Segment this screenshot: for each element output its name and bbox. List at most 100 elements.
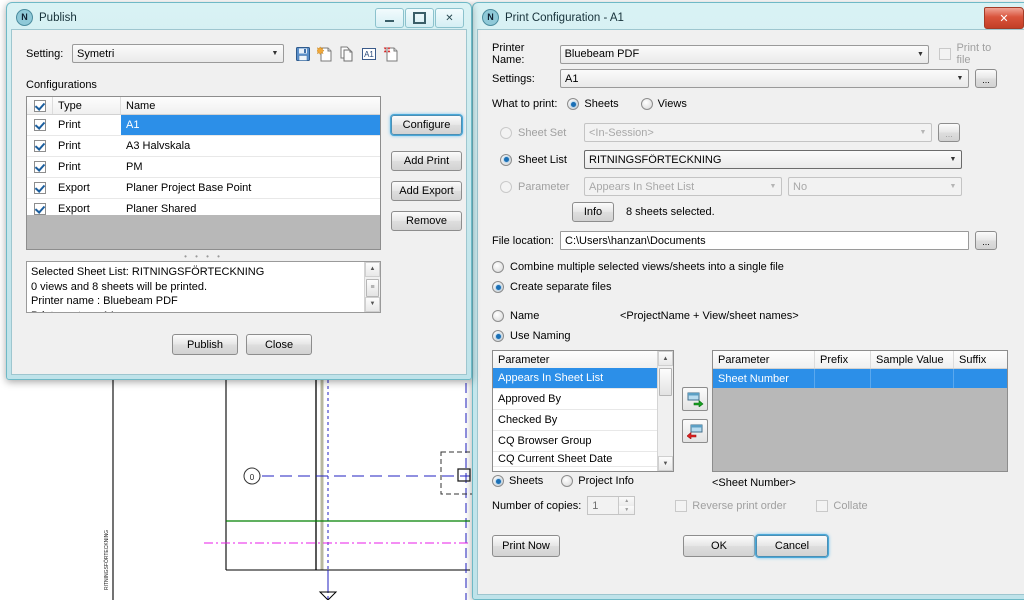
- copies-stepper[interactable]: 1 ▲ ▼: [587, 496, 636, 515]
- list-item[interactable]: CQ Browser Group: [493, 431, 658, 452]
- selected-parameters-header: Parameter Prefix Sample Value Suffix: [713, 351, 1007, 369]
- settings-browse-button[interactable]: ...: [975, 69, 997, 88]
- parameter-radio[interactable]: [500, 180, 512, 193]
- table-row[interactable]: Print PM: [27, 157, 380, 178]
- sheets-radio[interactable]: [567, 98, 580, 110]
- add-export-button[interactable]: Add Export: [391, 181, 462, 201]
- summary-scrollbar[interactable]: ▲ ≡ ▼: [364, 262, 380, 312]
- collate-checkbox[interactable]: [816, 499, 829, 512]
- sheet-set-combo[interactable]: <In-Session> ▼: [584, 123, 932, 142]
- select-all-checkbox[interactable]: [33, 99, 46, 112]
- parameter-name: CQ Current Sheet Date: [498, 453, 613, 465]
- cell-type: Print: [58, 161, 81, 173]
- splitter-grip[interactable]: • • • •: [26, 252, 381, 261]
- settings-value: A1: [565, 72, 579, 85]
- cancel-button[interactable]: Cancel: [756, 535, 828, 557]
- scope-project-info-label: Project Info: [578, 475, 634, 487]
- name-radio[interactable]: [492, 310, 504, 322]
- parameter-label: Parameter: [518, 180, 570, 193]
- remove-button[interactable]: Remove: [391, 211, 462, 231]
- print-config-titlebar[interactable]: N Print Configuration - A1 ✕: [476, 6, 1024, 29]
- configurations-table[interactable]: Type Name Print A1 Print A3 Halvskala Pr…: [26, 96, 381, 250]
- rename-setting-icon[interactable]: A1: [361, 46, 377, 62]
- minimize-icon[interactable]: [375, 8, 404, 28]
- scroll-up-icon[interactable]: ▲: [365, 262, 380, 277]
- maximize-icon[interactable]: [405, 8, 434, 28]
- close-button[interactable]: Close: [246, 334, 312, 355]
- row-checkbox-cell[interactable]: [27, 157, 53, 177]
- sheet-set-radio[interactable]: [500, 126, 512, 139]
- publish-summary-box[interactable]: Selected Sheet List: RITNINGSFÖRTECKNING…: [26, 261, 381, 313]
- row-checkbox[interactable]: [34, 203, 46, 215]
- row-checkbox-cell[interactable]: [27, 178, 53, 198]
- scope-project-info-radio[interactable]: [561, 475, 574, 487]
- new-setting-icon[interactable]: [315, 45, 333, 62]
- scope-sheets-radio[interactable]: [492, 475, 504, 487]
- sheet-list-radio[interactable]: [500, 153, 512, 166]
- add-print-button[interactable]: Add Print: [391, 151, 462, 171]
- row-checkbox[interactable]: [34, 140, 46, 152]
- sheet-set-browse-button[interactable]: ...: [938, 123, 960, 142]
- parameter-value-combo[interactable]: No ▼: [788, 177, 962, 196]
- scroll-up-icon[interactable]: ▲: [658, 351, 673, 366]
- delete-setting-icon[interactable]: [383, 46, 399, 62]
- print-configuration-window[interactable]: N Print Configuration - A1 ✕ Printer Nam…: [472, 2, 1024, 600]
- publish-titlebar[interactable]: N Publish ✕: [10, 6, 468, 29]
- list-item[interactable]: Appears In Sheet List: [493, 368, 658, 389]
- row-checkbox[interactable]: [34, 182, 46, 194]
- publish-button[interactable]: Publish: [172, 334, 238, 355]
- printer-name-combo[interactable]: Bluebeam PDF ▼: [559, 44, 930, 64]
- selected-parameters-table[interactable]: Parameter Prefix Sample Value Suffix She…: [712, 350, 1008, 472]
- copies-stepper-buttons[interactable]: ▲ ▼: [618, 497, 635, 514]
- save-icon[interactable]: [295, 46, 311, 62]
- copy-setting-icon[interactable]: [339, 46, 355, 62]
- combine-radio[interactable]: [492, 261, 504, 273]
- scroll-down-icon[interactable]: ▼: [365, 297, 380, 312]
- list-item[interactable]: Approved By: [493, 389, 658, 410]
- row-checkbox[interactable]: [34, 161, 46, 173]
- table-row[interactable]: Print A1: [27, 115, 380, 136]
- reverse-print-order-checkbox[interactable]: [675, 499, 688, 512]
- configure-button[interactable]: Configure: [391, 115, 462, 135]
- info-button[interactable]: Info: [572, 202, 614, 222]
- parameter-combo[interactable]: Appears In Sheet List ▼: [584, 177, 782, 196]
- row-checkbox[interactable]: [34, 119, 46, 131]
- list-item[interactable]: Checked By: [493, 410, 658, 431]
- header-checkbox-cell[interactable]: [27, 97, 53, 114]
- chevron-down-icon: ▼: [271, 50, 279, 57]
- row-checkbox-cell[interactable]: [27, 136, 53, 156]
- setting-combo[interactable]: Symetri ▼: [72, 44, 284, 63]
- scrollbar-thumb[interactable]: [659, 368, 672, 396]
- scope-sheets-label: Sheets: [509, 475, 544, 487]
- views-radio[interactable]: [640, 98, 653, 110]
- parameter-name: CQ Browser Group: [498, 435, 592, 447]
- list-item[interactable]: CQ Current Sheet Date: [493, 452, 658, 467]
- close-icon[interactable]: ✕: [984, 7, 1024, 29]
- scrollbar-thumb[interactable]: ≡: [366, 279, 379, 297]
- remove-parameter-button[interactable]: [682, 419, 708, 443]
- print-now-button[interactable]: Print Now: [492, 535, 560, 557]
- ok-button[interactable]: OK: [683, 535, 755, 557]
- file-location-browse-button[interactable]: ...: [975, 231, 997, 250]
- file-location-input[interactable]: C:\Users\hanzan\Documents: [560, 231, 969, 250]
- row-checkbox-cell[interactable]: [27, 115, 53, 135]
- stepper-down-icon[interactable]: ▼: [619, 505, 635, 514]
- publish-window[interactable]: N Publish ✕ Setting: Symetri ▼ A1 Config…: [6, 2, 472, 380]
- combine-label: Combine multiple selected views/sheets i…: [510, 261, 784, 273]
- available-parameters-scrollbar[interactable]: ▲ ▼: [657, 351, 673, 471]
- settings-combo[interactable]: A1 ▼: [560, 69, 969, 88]
- add-parameter-button[interactable]: [682, 387, 708, 411]
- stepper-up-icon[interactable]: ▲: [619, 497, 635, 506]
- use-naming-radio[interactable]: [492, 330, 504, 342]
- svg-text:RITNINGSFÖRTECKNING: RITNINGSFÖRTECKNING: [103, 530, 110, 590]
- sheet-list-combo[interactable]: RITNINGSFÖRTECKNING ▼: [584, 150, 962, 169]
- create-separate-files-radio[interactable]: [492, 281, 504, 293]
- table-row[interactable]: Sheet Number: [713, 369, 1007, 389]
- scroll-down-icon[interactable]: ▼: [658, 456, 673, 471]
- chevron-down-icon: ▼: [956, 75, 964, 82]
- table-row[interactable]: Export Planer Project Base Point: [27, 178, 380, 199]
- close-icon[interactable]: ✕: [435, 8, 464, 28]
- available-parameters-list[interactable]: Parameter Appears In Sheet List Approved…: [492, 350, 674, 472]
- print-to-file-checkbox[interactable]: [939, 48, 952, 60]
- table-row[interactable]: Print A3 Halvskala: [27, 136, 380, 157]
